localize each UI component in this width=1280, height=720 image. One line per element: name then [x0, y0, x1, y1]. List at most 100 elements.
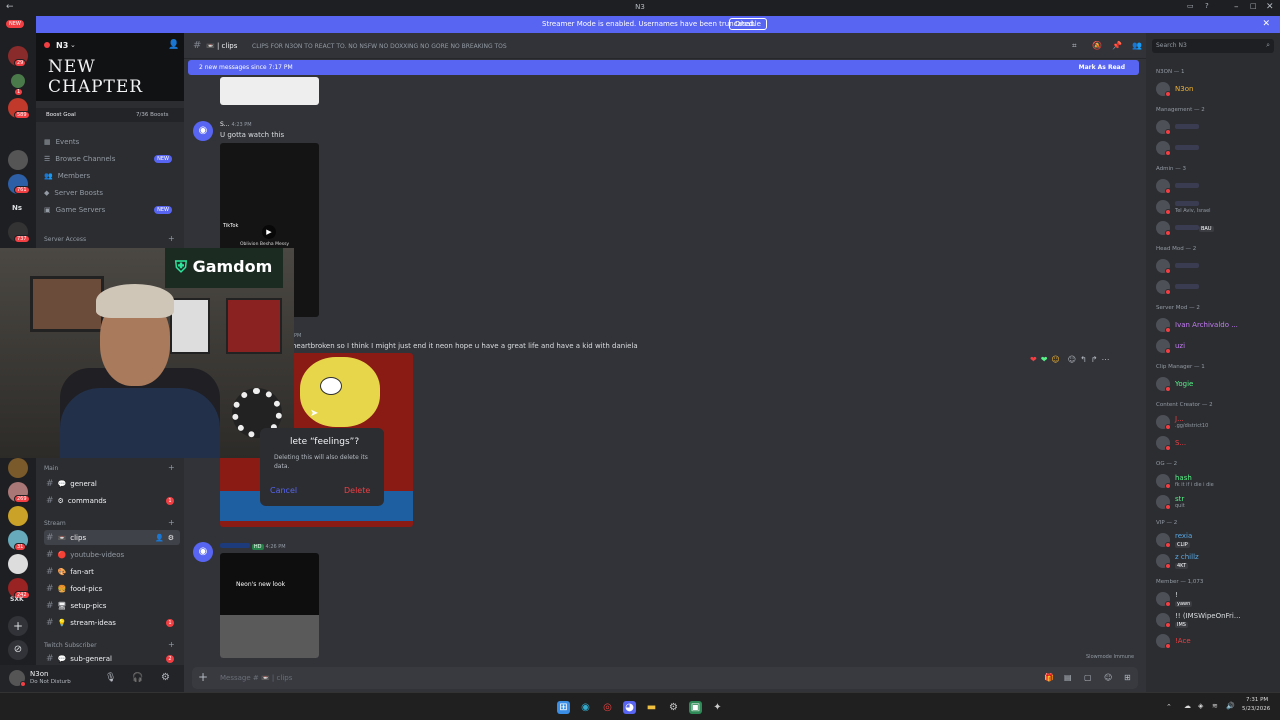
new-messages-bar[interactable]: 2 new messages since 7:17 PM Mark As Rea…: [188, 60, 1139, 75]
sticker-icon[interactable]: ▢: [1084, 673, 1092, 682]
server-initials[interactable]: SXK: [10, 596, 24, 603]
username[interactable]: N3on: [30, 670, 48, 678]
server-icon[interactable]: [8, 458, 28, 478]
search-icon[interactable]: ⌕: [1266, 41, 1270, 50]
member-list-icon[interactable]: 👥: [1132, 41, 1142, 50]
member-item[interactable]: !! (IMSWipeOnFri... IMS: [1156, 612, 1241, 628]
chrome-icon[interactable]: ◎: [601, 701, 614, 714]
user-settings-gear-icon[interactable]: ⚙: [161, 672, 170, 683]
member-item[interactable]: S...: [1156, 435, 1186, 451]
search-input[interactable]: Search N3 ⌕: [1152, 39, 1274, 53]
mark-as-read-button[interactable]: Mark As Read: [1079, 64, 1125, 71]
message-author[interactable]: HD 4:26 PM: [220, 543, 286, 550]
member-item[interactable]: ! yawn: [1156, 591, 1193, 607]
avatar[interactable]: [9, 670, 26, 687]
forward-icon[interactable]: ↱: [1091, 355, 1098, 369]
apps-icon[interactable]: ⊞: [1124, 673, 1131, 682]
mute-bell-icon[interactable]: 🔕: [1092, 41, 1102, 50]
tray-icon[interactable]: ◈: [1198, 702, 1203, 710]
inbox-icon[interactable]: ▭: [1187, 2, 1194, 10]
disable-streamer-mode-button[interactable]: Disable: [729, 18, 767, 30]
category-twitch-subscriber[interactable]: Twitch Subscriber: [44, 642, 97, 649]
member-item[interactable]: Yogie: [1156, 376, 1193, 392]
headphones-icon[interactable]: 🎧: [132, 673, 143, 683]
emoji-icon[interactable]: ☺: [1104, 673, 1112, 682]
server-header[interactable]: N3 ⌄ 👤 NEW CHAPTER: [36, 33, 184, 101]
member-item[interactable]: uzi: [1156, 338, 1185, 354]
discord-taskbar-icon[interactable]: ◕: [623, 701, 636, 714]
image-attachment[interactable]: [220, 77, 319, 105]
channel-fan-art[interactable]: # 🎨 fan-art: [44, 564, 180, 579]
pin-icon[interactable]: 📌: [1112, 41, 1122, 50]
add-reaction-icon[interactable]: ☺: [1068, 355, 1076, 369]
invite-people-icon[interactable]: 👤: [168, 40, 179, 50]
threads-icon[interactable]: ⌗: [1072, 41, 1077, 51]
member-item[interactable]: !Ace: [1156, 633, 1191, 649]
microphone-icon[interactable]: 🎙: [105, 673, 116, 683]
tray-icon[interactable]: ☁: [1184, 702, 1191, 710]
nav-browse-channels[interactable]: ☰ Browse Channels NEW: [44, 152, 180, 166]
message-author[interactable]: S... 4:23 PM: [220, 121, 252, 128]
clock-date[interactable]: 5/23/2026: [1242, 706, 1270, 712]
channel-clips[interactable]: # 📼 clips ⚙ 👤: [44, 530, 180, 545]
edge-icon[interactable]: ◉: [579, 701, 592, 714]
gift-icon[interactable]: 🎁: [1044, 673, 1054, 682]
settings-gear-icon[interactable]: ⚙: [168, 534, 174, 542]
message-input[interactable]: Message # 📼 | clips: [220, 674, 292, 682]
member-item[interactable]: [1156, 119, 1199, 135]
server-initials[interactable]: Ns: [12, 204, 22, 212]
avatar[interactable]: ◉: [193, 542, 213, 562]
channel-food-pics[interactable]: # 🍔 food-pics: [44, 581, 180, 596]
wifi-icon[interactable]: ≋: [1212, 702, 1218, 710]
discover-icon[interactable]: ⊘: [8, 640, 28, 660]
member-item[interactable]: [1156, 178, 1199, 194]
category-main[interactable]: Main: [44, 465, 58, 472]
attach-plus-icon[interactable]: +: [198, 670, 208, 684]
member-item[interactable]: z chillz 4KT: [1156, 553, 1199, 569]
windows-start-icon[interactable]: ⊞: [557, 701, 570, 714]
gif-icon[interactable]: ▤: [1064, 673, 1072, 682]
server-icon[interactable]: [11, 74, 25, 88]
member-item[interactable]: Ivan Archivaldo ...: [1156, 317, 1238, 333]
app-icon[interactable]: ✦: [711, 701, 724, 714]
minimize-icon[interactable]: –: [1234, 2, 1239, 12]
server-icon[interactable]: [8, 554, 28, 574]
tray-chevron-icon[interactable]: ⌃: [1166, 703, 1172, 711]
boost-goal-bar[interactable]: Boost Goal 7/36 Boosts: [36, 108, 184, 122]
clock-time[interactable]: 7:31 PM: [1246, 697, 1268, 703]
reply-icon[interactable]: ↰: [1080, 355, 1087, 369]
file-explorer-icon[interactable]: ▬: [645, 701, 658, 714]
volume-icon[interactable]: 🔊: [1226, 702, 1235, 710]
channel-topic[interactable]: CLIPS FOR N3ON TO REACT TO. NO NSFW NO D…: [252, 43, 507, 50]
add-server-icon[interactable]: +: [8, 616, 28, 636]
settings-icon[interactable]: ⚙: [667, 701, 680, 714]
category-stream[interactable]: Stream: [44, 520, 66, 527]
member-item[interactable]: J... .gg/district10: [1156, 414, 1208, 430]
channel-youtube-videos[interactable]: # 🔴 youtube-videos: [44, 547, 180, 562]
member-item[interactable]: [1156, 279, 1199, 295]
member-item[interactable]: str quit: [1156, 494, 1185, 510]
add-channel-icon[interactable]: +: [168, 234, 175, 243]
close-banner-icon[interactable]: ✕: [1262, 19, 1270, 29]
member-item[interactable]: [1156, 258, 1199, 274]
member-item[interactable]: BAU: [1156, 220, 1214, 236]
member-item[interactable]: [1156, 140, 1199, 156]
maximize-icon[interactable]: □: [1250, 2, 1257, 10]
app-icon[interactable]: ▣: [689, 701, 702, 714]
nav-members[interactable]: 👥 Members: [44, 169, 180, 183]
invite-icon[interactable]: 👤: [155, 534, 164, 542]
delete-button[interactable]: Delete: [344, 486, 370, 495]
server-icon[interactable]: [8, 150, 28, 170]
server-icon[interactable]: [8, 506, 28, 526]
nav-server-boosts[interactable]: ◆ Server Boosts: [44, 186, 180, 200]
channel-general[interactable]: # 💬 general: [44, 476, 180, 491]
channel-setup-pics[interactable]: # 🖥 setup-pics: [44, 598, 180, 613]
channel-commands[interactable]: # ⚙ commands 1: [44, 493, 180, 508]
video-attachment[interactable]: Neon's new look: [220, 553, 319, 658]
heart-reaction-icon[interactable]: ❤: [1030, 355, 1037, 369]
play-icon[interactable]: ▶: [262, 225, 276, 239]
category-server-access[interactable]: Server Access: [44, 236, 86, 243]
avatar[interactable]: ◉: [193, 121, 213, 141]
member-item[interactable]: N3on: [1156, 81, 1193, 97]
nav-game-servers[interactable]: ▣ Game Servers NEW: [44, 203, 180, 217]
